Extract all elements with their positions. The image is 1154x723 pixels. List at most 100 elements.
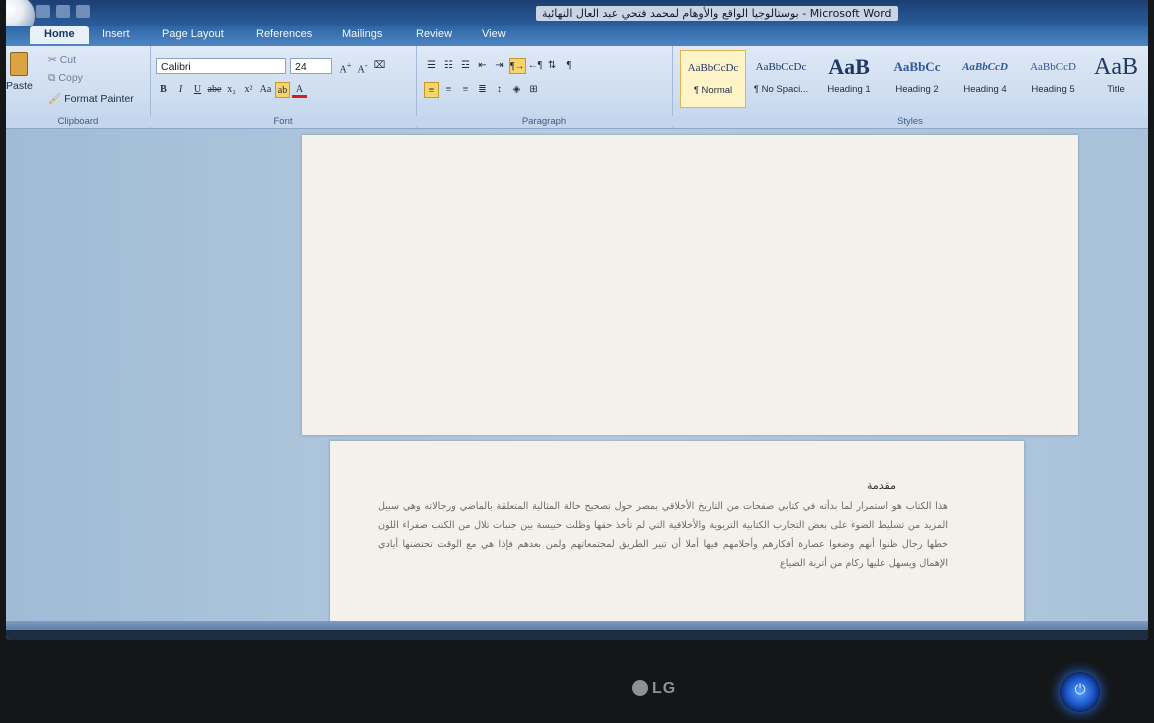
document-page[interactable] <box>302 135 1078 435</box>
paste-button[interactable]: Paste <box>6 80 33 92</box>
bold-icon[interactable]: B <box>156 82 171 98</box>
font-size-buttons: A+ A- ⌧ <box>338 58 387 75</box>
ribbon: Paste ✂ Cut ⧉ Copy 🖌 Format Painter Clip… <box>6 46 1148 129</box>
style-no-spacing[interactable]: AaBbCcDc ¶ No Spaci... <box>748 50 814 108</box>
decrease-indent-icon[interactable]: ⇤ <box>475 58 490 74</box>
style-name: Heading 1 <box>827 84 871 95</box>
lg-logo-icon <box>632 680 648 696</box>
undo-icon[interactable] <box>56 5 70 18</box>
style-heading-2[interactable]: AaBbCc Heading 2 <box>884 50 950 108</box>
show-marks-icon[interactable]: ¶ <box>562 58 577 74</box>
shading-icon[interactable]: ◈ <box>509 82 524 98</box>
font-format-buttons: B I U abe x₂ x² Aa ab A <box>156 82 307 98</box>
document-page[interactable]: مقدمة هذا الكتاب هو استمرار لما بدأته في… <box>330 441 1024 623</box>
paste-icon <box>10 52 28 76</box>
power-button[interactable]: ⏻ <box>1060 672 1100 712</box>
window-title: Microsoft Word - بوستالوجيا الواقع والأو… <box>536 6 898 21</box>
body-paragraph: هذا الكتاب هو استمرار لما بدأته في كتابي… <box>378 501 948 569</box>
copy-label: Copy <box>58 72 83 84</box>
highlight-color-icon[interactable]: ab <box>275 82 290 98</box>
monitor-logo: LG <box>632 680 676 698</box>
tab-page-layout[interactable]: Page Layout <box>162 28 224 40</box>
style-sample: AaB <box>1094 54 1138 80</box>
line-spacing-icon[interactable]: ↕ <box>492 82 507 98</box>
align-right-icon[interactable]: ≡ <box>458 82 473 98</box>
clear-format-icon[interactable]: ⌧ <box>372 58 387 74</box>
tab-review[interactable]: Review <box>416 28 452 40</box>
shrink-font-icon[interactable]: A- <box>355 58 370 75</box>
font-name-select[interactable]: Calibri <box>156 58 286 74</box>
format-painter-label: Format Painter <box>64 93 134 105</box>
document-area[interactable]: مقدمة هذا الكتاب هو استمرار لما بدأته في… <box>6 129 1148 623</box>
strikethrough-icon[interactable]: abe <box>207 82 222 98</box>
bullets-icon[interactable]: ☰ <box>424 58 439 74</box>
tab-insert[interactable]: Insert <box>102 28 130 40</box>
style-sample: AaBbCcD <box>962 61 1008 73</box>
rtl-direction-icon[interactable]: ←¶ <box>528 58 543 74</box>
taskbar <box>6 630 1148 640</box>
format-painter-button[interactable]: 🖌 Format Painter <box>48 92 134 105</box>
section-heading: مقدمة <box>866 479 896 492</box>
align-center-icon[interactable]: ≡ <box>441 82 456 98</box>
multilevel-list-icon[interactable]: ☲ <box>458 58 473 74</box>
style-name: Heading 5 <box>1031 84 1075 95</box>
font-group: Calibri 24 A+ A- ⌧ B I U abe x₂ x² Aa ab… <box>150 46 417 128</box>
power-icon: ⏻ <box>1074 682 1086 698</box>
style-name: ¶ No Spaci... <box>753 84 809 95</box>
monitor-brand: LG <box>652 680 677 697</box>
style-sample: AaBbCcDc <box>687 62 739 74</box>
styles-group-label: Styles <box>672 116 1148 127</box>
quick-access-toolbar <box>36 5 90 18</box>
borders-icon[interactable]: ⊞ <box>526 82 541 98</box>
styles-group: AaBbCcDc ¶ Normal AaBbCcDc ¶ No Spaci...… <box>672 46 1148 128</box>
grow-font-icon[interactable]: A+ <box>338 58 353 75</box>
underline-icon[interactable]: U <box>190 82 205 98</box>
style-heading-4[interactable]: AaBbCcD Heading 4 <box>952 50 1018 108</box>
ltr-direction-icon[interactable]: ¶→ <box>509 58 526 74</box>
tab-home[interactable]: Home <box>30 26 89 44</box>
style-normal[interactable]: AaBbCcDc ¶ Normal <box>680 50 746 108</box>
save-icon[interactable] <box>36 5 50 18</box>
brush-icon: 🖌 <box>48 93 62 105</box>
ribbon-tabs: Home Insert Page Layout References Maili… <box>6 26 1148 46</box>
list-buttons: ☰ ☷ ☲ ⇤ ⇥ ¶→ ←¶ ⇅ ¶ <box>424 58 577 74</box>
cut-button[interactable]: ✂ Cut <box>48 54 76 66</box>
cut-label: Cut <box>59 54 77 66</box>
italic-icon[interactable]: I <box>173 82 188 98</box>
increase-indent-icon[interactable]: ⇥ <box>492 58 507 74</box>
subscript-icon[interactable]: x₂ <box>224 82 239 98</box>
font-size-select[interactable]: 24 <box>290 58 332 74</box>
clipboard-group: Paste ✂ Cut ⧉ Copy 🖌 Format Painter Clip… <box>6 46 151 128</box>
sort-icon[interactable]: ⇅ <box>545 58 560 74</box>
font-group-label: Font <box>150 116 416 127</box>
superscript-icon[interactable]: x² <box>241 82 256 98</box>
redo-icon[interactable] <box>76 5 90 18</box>
style-name: Heading 2 <box>895 84 939 95</box>
font-color-icon[interactable]: A <box>292 82 307 98</box>
style-sample: AaB <box>828 54 870 79</box>
status-bar <box>6 621 1148 630</box>
style-sample: AaBbCcD <box>1030 61 1076 73</box>
paragraph-group: ☰ ☷ ☲ ⇤ ⇥ ¶→ ←¶ ⇅ ¶ ≡ ≡ ≡ ≣ ↕ ◈ ⊞ Paragr… <box>416 46 673 128</box>
tab-mailings[interactable]: Mailings <box>342 28 382 40</box>
style-sample: AaBbCc <box>893 59 941 74</box>
justify-icon[interactable]: ≣ <box>475 82 490 98</box>
style-heading-5[interactable]: AaBbCcD Heading 5 <box>1020 50 1086 108</box>
style-name: Heading 4 <box>963 84 1007 95</box>
tab-view[interactable]: View <box>482 28 506 40</box>
style-sample: AaBbCcDc <box>755 61 807 73</box>
style-title[interactable]: AaB Title <box>1086 50 1146 108</box>
tab-references[interactable]: References <box>256 28 312 40</box>
paragraph-group-label: Paragraph <box>416 116 672 127</box>
numbering-icon[interactable]: ☷ <box>441 58 456 74</box>
style-name: ¶ Normal <box>693 85 733 96</box>
style-name: Title <box>1107 84 1125 95</box>
align-left-icon[interactable]: ≡ <box>424 82 439 98</box>
clipboard-group-label: Clipboard <box>6 116 150 127</box>
change-case-icon[interactable]: Aa <box>258 82 273 98</box>
title-bar: Microsoft Word - بوستالوجيا الواقع والأو… <box>6 0 1148 38</box>
style-heading-1[interactable]: AaB Heading 1 <box>816 50 882 108</box>
alignment-buttons: ≡ ≡ ≡ ≣ ↕ ◈ ⊞ <box>424 82 541 98</box>
monitor-screen: Microsoft Word - بوستالوجيا الواقع والأو… <box>6 0 1148 640</box>
copy-button[interactable]: ⧉ Copy <box>48 72 83 85</box>
